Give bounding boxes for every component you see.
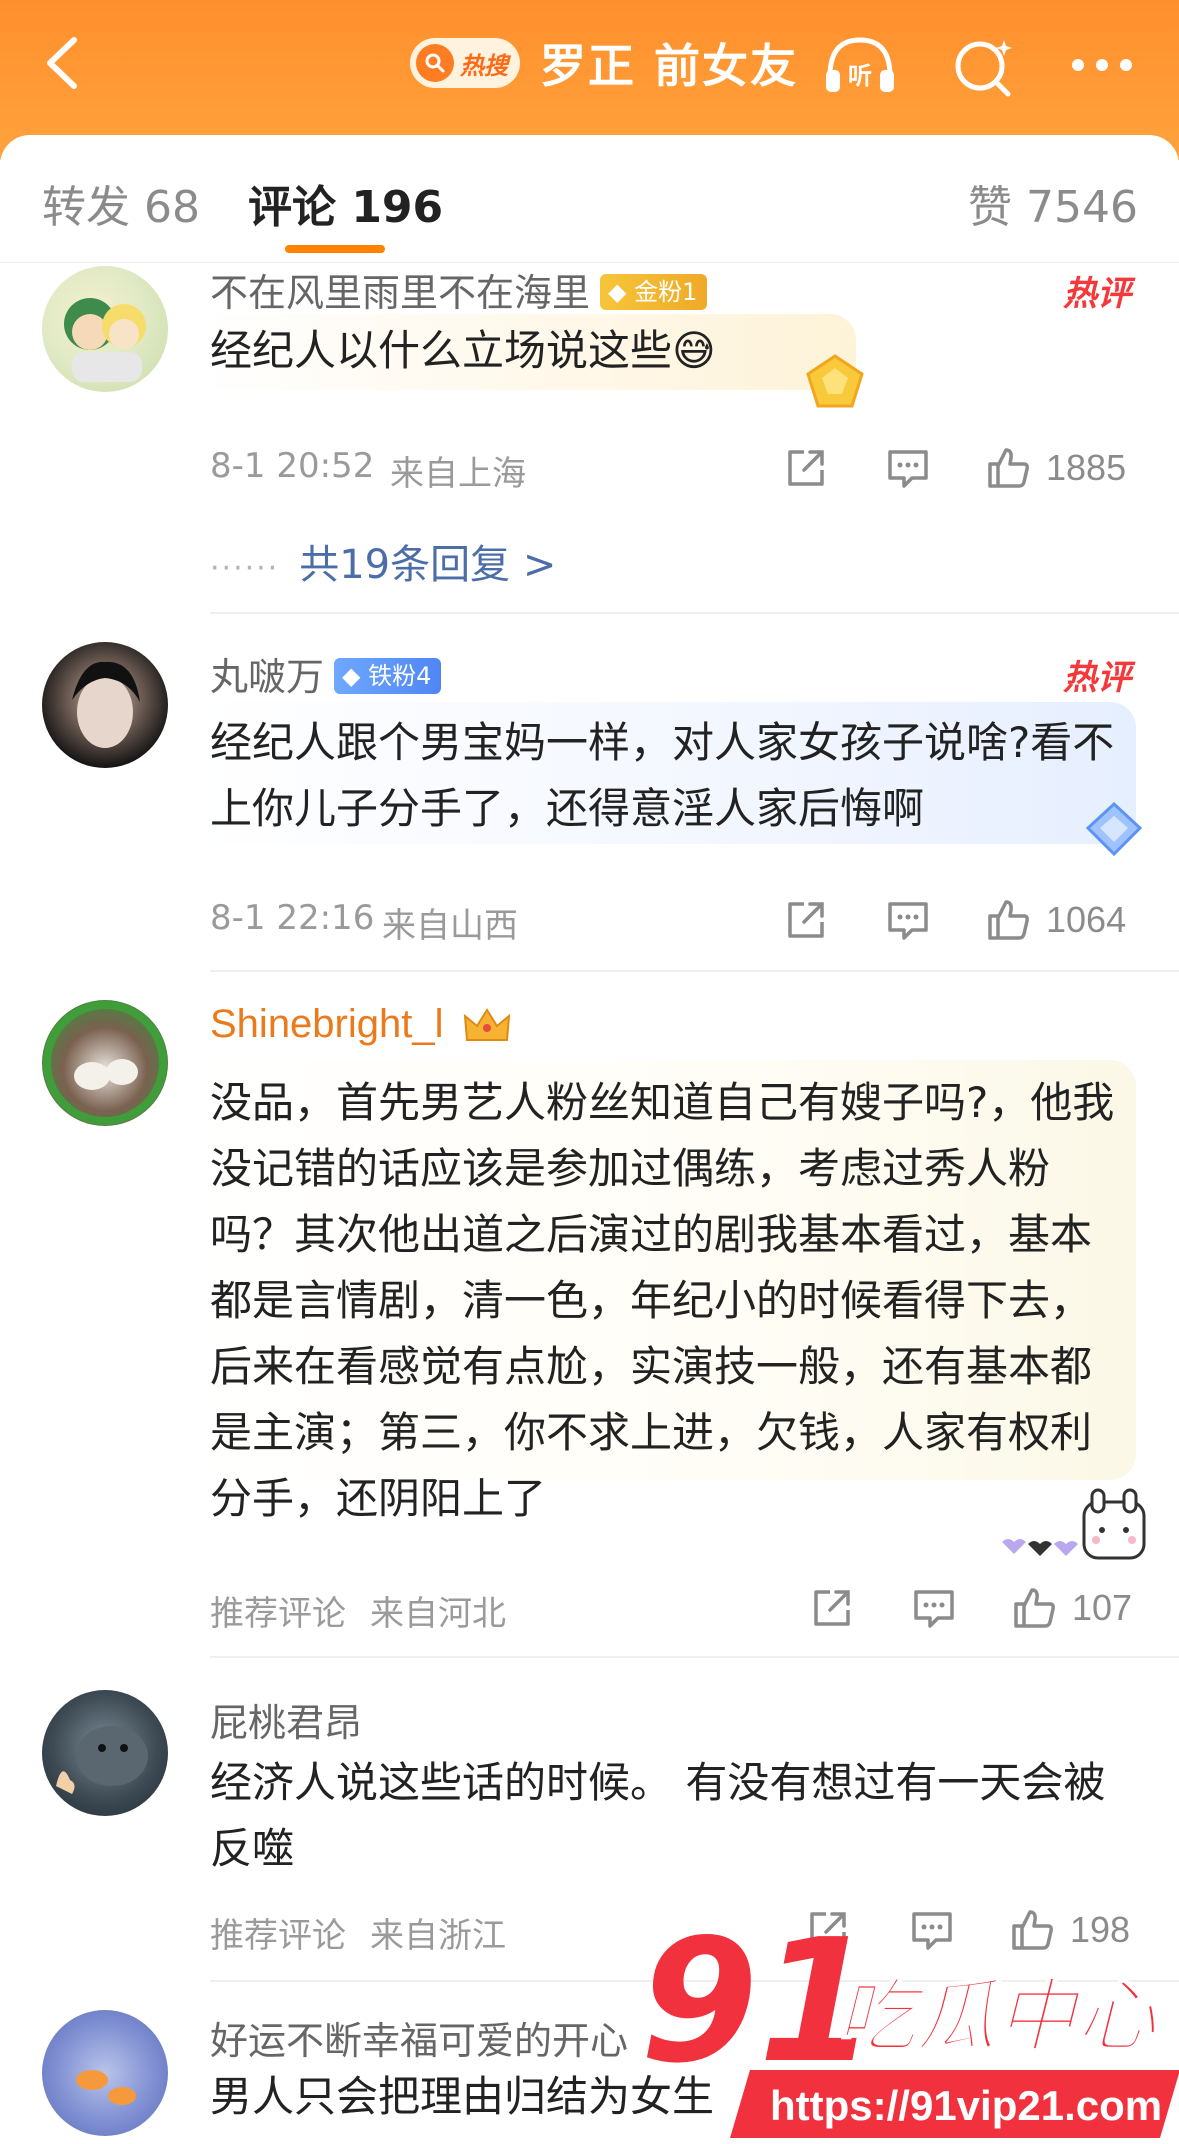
- avatar[interactable]: [42, 1000, 168, 1126]
- page-title: 罗正 前女友: [540, 39, 799, 93]
- more-dots-icon: [1072, 59, 1132, 71]
- back-button[interactable]: [28, 28, 98, 98]
- comment-tag: 推荐评论: [210, 1916, 346, 1956]
- back-arrow-icon: [47, 37, 77, 89]
- thumbs-up-icon: [988, 900, 1029, 940]
- hot-comment-tag: 热评: [1063, 658, 1131, 698]
- like-count: 107: [1072, 1587, 1133, 1628]
- tab-repost[interactable]: 转发 68: [42, 171, 200, 235]
- more-button[interactable]: [1062, 30, 1142, 100]
- hot-search-badge[interactable]: 热搜: [410, 38, 520, 88]
- fan-level-badge: ◆ 金粉1: [600, 273, 708, 310]
- fan-level-badge: ◆ 铁粉4: [334, 657, 442, 694]
- divider: [210, 1656, 1179, 1658]
- thumbs-up-icon: [1014, 1588, 1055, 1628]
- sweat-smile-emoji: 😅: [672, 326, 716, 375]
- share-button[interactable]: [782, 896, 830, 944]
- avatar[interactable]: [42, 2010, 168, 2136]
- search-button[interactable]: [944, 30, 1024, 100]
- search-icon: [416, 44, 454, 82]
- share-icon: [788, 450, 824, 486]
- like-button[interactable]: 107: [1010, 1584, 1132, 1632]
- divider: [210, 612, 1179, 614]
- like-button[interactable]: 1885: [984, 444, 1126, 492]
- reply-button[interactable]: [884, 444, 932, 492]
- comment-time: 8-1 22:16: [210, 898, 375, 938]
- comment-username[interactable]: 不在风里雨里不在海里 ◆ 金粉1: [210, 262, 708, 317]
- avatar-photo: [76, 2070, 136, 2105]
- comment-text: 经纪人以什么立场说这些😅: [210, 326, 716, 375]
- headphones-icon: 听: [826, 37, 894, 92]
- avatar-photo: [43, 1001, 167, 1125]
- avatar-photo: [56, 1726, 148, 1794]
- comment-location: 来自浙江: [370, 1916, 506, 1956]
- avatar-illustration: [64, 298, 146, 382]
- comment-time: 8-1 20:52: [210, 446, 375, 486]
- hot-comment-tag: 热评: [1063, 274, 1131, 314]
- reply-button[interactable]: [910, 1584, 958, 1632]
- like-count: 1064: [1046, 899, 1127, 940]
- gold-gem-icon: [806, 354, 864, 408]
- tab-comments[interactable]: 评论 196: [248, 171, 443, 235]
- watermark: 91 吃瓜中心 https://91vip21.com: [640, 1903, 1179, 2144]
- watermark-name: 吃瓜中心: [836, 1970, 1158, 2063]
- replies-dots: ······: [210, 551, 280, 586]
- tab-likes[interactable]: 赞 7546: [968, 171, 1138, 235]
- share-button[interactable]: [808, 1584, 856, 1632]
- comment-text: 经纪人跟个男宝妈一样，对人家女孩子说啥?看不上你儿子分手了，还得意淫人家后悔啊: [210, 718, 1115, 833]
- comment-tag: 推荐评论: [210, 1594, 346, 1634]
- listen-label: 听: [848, 62, 872, 90]
- bunny-sticker-icon: [1002, 1488, 1146, 1560]
- active-tab-indicator: [285, 245, 385, 253]
- reply-button[interactable]: [884, 896, 932, 944]
- avatar[interactable]: [42, 266, 168, 392]
- watermark-logo: 91 吃瓜中心 https://91vip21.com: [640, 1903, 1179, 2138]
- comment-text: 没品，首先男艺人粉丝知道自己有嫂子吗?，他我没记错的话应该是参加过偶练，考虑过秀…: [210, 1078, 1115, 1523]
- comment-username[interactable]: Shinebright_l: [210, 1002, 513, 1047]
- watermark-url: https://91vip21.com: [770, 2082, 1162, 2129]
- avatar-photo: [72, 661, 140, 748]
- comment-icon: [914, 1590, 954, 1628]
- avatar[interactable]: [42, 1690, 168, 1816]
- listen-button[interactable]: 听: [820, 30, 900, 100]
- like-button[interactable]: 1064: [984, 896, 1126, 944]
- comment-text: 经济人说这些话的时候。 有没有想过有一天会被反噬: [210, 1758, 1106, 1873]
- comment-location: 来自上海: [390, 454, 526, 494]
- hot-search-label: 热搜: [460, 51, 508, 80]
- comment-icon: [888, 450, 928, 488]
- comment-location: 来自山西: [382, 906, 518, 946]
- share-icon: [788, 902, 824, 938]
- view-replies-link[interactable]: ······ 共19条回复 >: [210, 532, 556, 590]
- avatar[interactable]: [42, 642, 168, 768]
- comment-username[interactable]: 丸啵万 ◆ 铁粉4: [210, 646, 442, 701]
- thumbs-up-icon: [988, 448, 1029, 488]
- comment-icon: [888, 902, 928, 940]
- comment-location: 来自河北: [370, 1594, 506, 1634]
- like-count: 1885: [1046, 447, 1127, 488]
- crown-icon: [463, 1008, 510, 1042]
- comment-username[interactable]: 屁桃君昂: [210, 1692, 362, 1747]
- hot-search-title: 热搜 罗正 前女友: [410, 32, 798, 94]
- blue-gem-icon: [1085, 801, 1143, 857]
- divider: [210, 970, 1179, 972]
- search-sparkle-icon: [955, 40, 1012, 97]
- share-button[interactable]: [782, 444, 830, 492]
- share-icon: [814, 1590, 850, 1626]
- comment-username[interactable]: 好运不断幸福可爱的开心: [210, 2010, 628, 2065]
- tab-bar: 转发 68 评论 196 赞 7546: [0, 135, 1179, 263]
